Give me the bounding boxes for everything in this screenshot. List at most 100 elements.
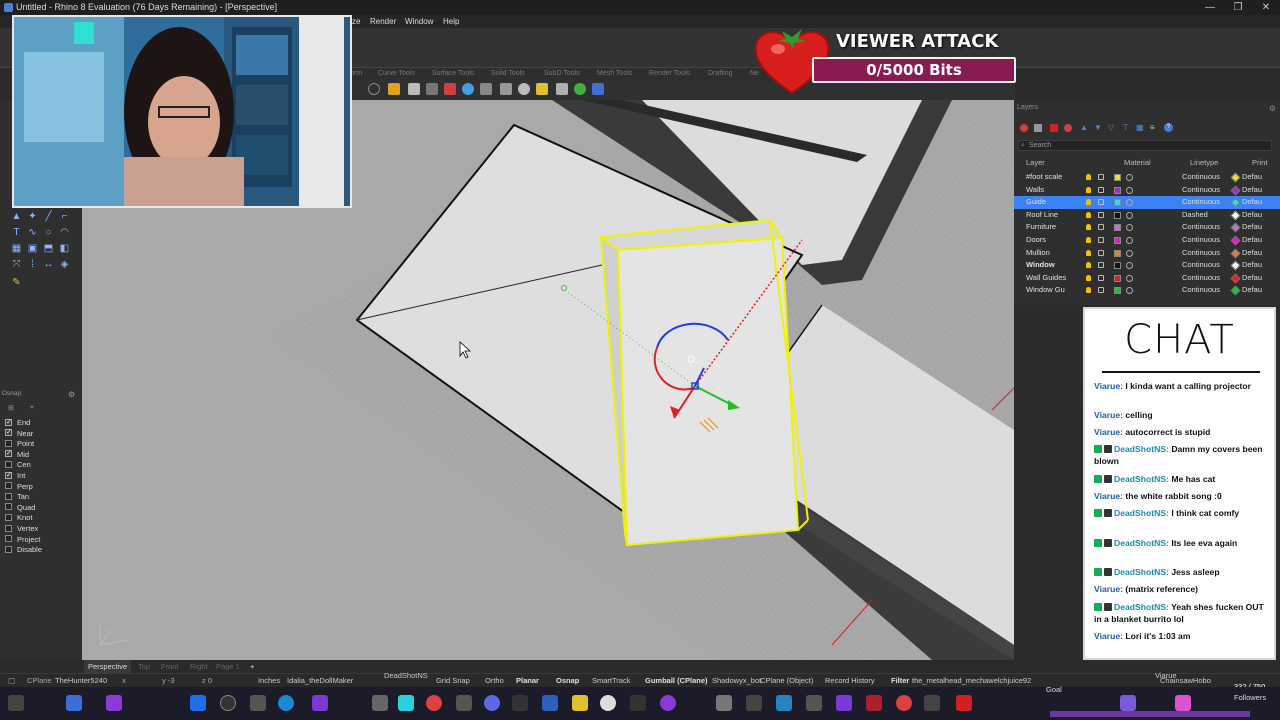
layer-print-width[interactable]: Defau xyxy=(1242,209,1262,222)
gear-icon[interactable]: ⚙ xyxy=(68,390,75,399)
osnap-cen[interactable]: Cen xyxy=(5,460,31,470)
extrude-tool-icon[interactable]: ⬒ xyxy=(42,242,55,255)
osnap-end[interactable]: ✓ End xyxy=(5,418,30,428)
layer-color-swatch[interactable] xyxy=(1114,199,1121,207)
boolean-tool-icon[interactable]: ◧ xyxy=(58,242,71,255)
files-icon[interactable] xyxy=(572,695,588,711)
light-icon[interactable] xyxy=(556,83,568,95)
column-layer[interactable]: Layer xyxy=(1026,158,1045,167)
layer-row[interactable]: Wall Guides Continuous Defau xyxy=(1014,272,1280,285)
circle-draw-icon[interactable]: ○ xyxy=(42,226,55,239)
osnap-tan[interactable]: Tan xyxy=(5,492,29,502)
layer-lock-icon[interactable] xyxy=(1098,186,1104,193)
layer-lock-icon[interactable] xyxy=(1098,174,1104,180)
grid-view-icon[interactable]: ▦ xyxy=(1136,123,1144,132)
osnap-project[interactable]: Project xyxy=(5,535,40,545)
layer-name[interactable]: Window Gu xyxy=(1026,284,1065,297)
status-layer[interactable]: Idalia_theDollMaker xyxy=(287,674,353,688)
osnap-checkbox[interactable] xyxy=(5,545,12,553)
lightbulb-icon[interactable] xyxy=(408,83,420,95)
layer-row[interactable]: Mullion Continuous Defau xyxy=(1014,247,1280,260)
minimize-button[interactable]: — xyxy=(1196,0,1224,15)
layer-row[interactable]: Walls Continuous Defau xyxy=(1014,184,1280,197)
layer-visible-icon[interactable] xyxy=(1086,287,1091,294)
osnap-mid[interactable]: ✓ Mid xyxy=(5,450,29,460)
layer-name[interactable]: Window xyxy=(1026,259,1055,272)
layer-row[interactable]: Window Continuous Defau xyxy=(1014,259,1280,272)
dimension-tool-icon[interactable]: ↔ xyxy=(42,258,55,271)
layer-print-width[interactable]: Defau xyxy=(1242,259,1262,272)
tab-solid-tools[interactable]: Solid Tools xyxy=(491,68,525,80)
layer-lock-icon[interactable] xyxy=(1098,274,1104,281)
layer-material-icon[interactable] xyxy=(1126,262,1133,270)
layer-print-width[interactable]: Defau xyxy=(1242,247,1262,260)
tab-front[interactable]: Front xyxy=(161,660,179,673)
layer-material-icon[interactable] xyxy=(1126,199,1133,207)
delete-layer-icon[interactable] xyxy=(1050,124,1058,132)
osnap-checkbox[interactable]: ✓ xyxy=(5,418,12,426)
text-tool-icon[interactable]: T xyxy=(10,226,23,239)
discord-icon[interactable] xyxy=(484,695,500,711)
tab-page-1[interactable]: Page 1 xyxy=(216,660,240,673)
menu-render[interactable]: Render xyxy=(370,15,396,28)
search-icon[interactable] xyxy=(220,695,236,711)
layer-name[interactable]: Doors xyxy=(1026,234,1046,247)
help-circle-icon[interactable]: ? xyxy=(1164,123,1173,132)
layer-name[interactable]: #foot scale xyxy=(1026,171,1062,184)
layer-color-swatch[interactable] xyxy=(1114,287,1121,295)
layer-print-color-icon[interactable] xyxy=(1230,210,1241,221)
render-light-icon[interactable] xyxy=(388,83,400,95)
filter-toggle[interactable]: Filter xyxy=(891,674,909,688)
app-icon-9[interactable] xyxy=(806,695,822,711)
layer-name[interactable]: Wall Guides xyxy=(1026,272,1066,285)
layer-linetype[interactable]: Continuous xyxy=(1182,184,1220,197)
layer-material-icon[interactable] xyxy=(1126,186,1133,194)
layer-print-width[interactable]: Defau xyxy=(1242,284,1262,297)
layer-material-icon[interactable] xyxy=(1126,237,1133,244)
layers-settings-icon[interactable]: ⚙ xyxy=(1269,104,1276,113)
add-tab-button[interactable]: + xyxy=(250,660,254,673)
layer-material-icon[interactable] xyxy=(1126,211,1133,219)
layer-tool-icon[interactable]: ⊤ xyxy=(1122,123,1129,132)
environment-icon[interactable] xyxy=(574,83,586,95)
layer-print-color-icon[interactable] xyxy=(1230,273,1241,284)
menu-window[interactable]: Window xyxy=(405,15,433,28)
layer-linetype[interactable]: Continuous xyxy=(1182,284,1220,297)
layer-lock-icon[interactable] xyxy=(1098,211,1104,218)
osnap-checkbox[interactable]: ✓ xyxy=(5,450,12,458)
osnap-point[interactable]: Point xyxy=(5,439,34,449)
app-icon-3[interactable] xyxy=(512,695,528,711)
layer-print-color-icon[interactable] xyxy=(1230,172,1241,183)
layer-print-width[interactable]: Defau xyxy=(1242,184,1262,197)
app-icon-8[interactable] xyxy=(746,695,762,711)
layer-color-swatch[interactable] xyxy=(1114,249,1121,257)
start-icon[interactable] xyxy=(190,695,206,711)
sphere-icon[interactable] xyxy=(462,83,474,95)
layer-print-width[interactable]: Defau xyxy=(1242,196,1262,209)
snap-filter-icon[interactable]: ⊞ xyxy=(8,404,14,412)
arc-tool-icon[interactable]: ◠ xyxy=(58,226,71,239)
layer-visible-icon[interactable] xyxy=(1086,199,1091,206)
layer-color-swatch[interactable] xyxy=(1114,224,1121,232)
pencil-icon[interactable]: ✎ xyxy=(10,276,23,289)
grid-snap-toggle[interactable]: Grid Snap xyxy=(436,674,470,688)
tab-right[interactable]: Right xyxy=(190,660,208,673)
column-material[interactable]: Material xyxy=(1124,158,1151,167)
layer-lock-icon[interactable] xyxy=(1098,237,1104,243)
lock-icon[interactable] xyxy=(426,83,438,95)
layer-print-color-icon[interactable] xyxy=(1230,185,1241,196)
array-tool-icon[interactable]: ⁞ xyxy=(26,258,39,271)
layer-row[interactable]: Window Gu Continuous Defau xyxy=(1014,284,1280,297)
layer-material-icon[interactable] xyxy=(1126,224,1133,232)
filter-icon[interactable]: ▽ xyxy=(1108,123,1114,132)
layer-row[interactable]: Roof Line Dashed Defau xyxy=(1014,209,1280,222)
layer-visible-icon[interactable] xyxy=(1086,262,1091,269)
layer-print-width[interactable]: Defau xyxy=(1242,272,1262,285)
close-button[interactable]: ✕ xyxy=(1252,0,1280,15)
layer-print-width[interactable]: Defau xyxy=(1242,221,1262,234)
layer-color-swatch[interactable] xyxy=(1114,274,1121,282)
help-icon[interactable] xyxy=(592,83,604,95)
cplane-object[interactable]: CPlane (Object) xyxy=(760,674,813,688)
layer-material-icon[interactable] xyxy=(1126,249,1133,257)
layer-linetype[interactable]: Dashed xyxy=(1182,209,1208,222)
